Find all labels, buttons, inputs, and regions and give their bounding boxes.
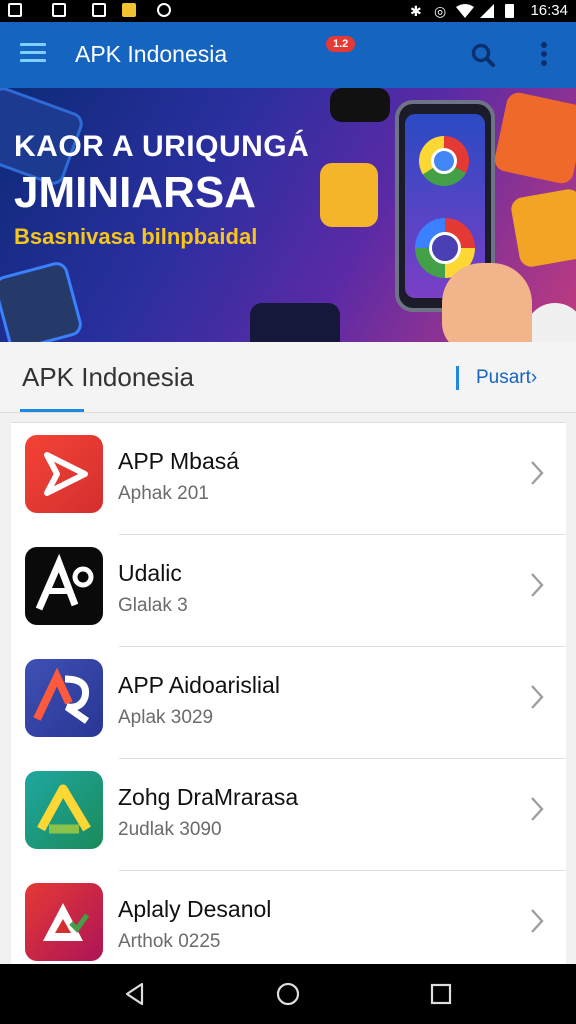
app-meta: Aphak 201 (118, 483, 209, 504)
banner-decoration (492, 90, 576, 186)
app-meta: 2udlak 3090 (118, 819, 222, 840)
battery-icon (505, 4, 514, 18)
nfc-icon: ✱ (410, 3, 422, 19)
gallery-icon (8, 3, 22, 17)
banner-cat-tile (509, 187, 576, 269)
back-icon[interactable] (122, 981, 148, 1007)
banner-decoration (330, 88, 390, 122)
play-icon (25, 435, 103, 513)
list-item[interactable]: Udalic Glalak 3 (11, 535, 566, 647)
chevron-right-icon[interactable] (530, 908, 544, 934)
app-meta: Glalak 3 (118, 595, 188, 616)
wifi-icon (456, 4, 474, 18)
more-options-icon[interactable] (538, 42, 550, 68)
ar-logo-icon (25, 659, 103, 737)
banner-play-tile (320, 163, 378, 227)
app-bar: APK Indonesia 1.2 (0, 22, 576, 88)
camera-icon (157, 3, 171, 17)
clock: 16:34 (530, 2, 568, 19)
save-icon (92, 3, 106, 17)
chevron-right-icon[interactable] (530, 684, 544, 710)
section-divider (456, 366, 459, 390)
app-name: Aplaly Desanol (118, 896, 272, 922)
chevron-right-icon[interactable] (530, 572, 544, 598)
list-item[interactable]: Zohg DraMrarasa 2udlak 3090 (11, 759, 566, 871)
drive-icon (25, 771, 103, 849)
app-name: APP Mbasá (118, 448, 240, 474)
a-letter-icon (25, 547, 103, 625)
app-list: APP Mbasá Aphak 201 Udalic Glalak 3 APP … (11, 422, 566, 968)
banner-title: JMINIARSA (14, 168, 257, 217)
banner-decoration (525, 303, 576, 342)
chevron-right-icon[interactable] (530, 796, 544, 822)
app-meta: Arthok 0225 (118, 931, 221, 952)
search-icon[interactable] (470, 42, 496, 68)
banner-subtitle: Bsasnivasa bilnpbaidal (14, 224, 258, 249)
section-title-underline (20, 409, 84, 412)
alarm-icon: ◎ (434, 3, 447, 19)
status-bar: ✱ ◎ 16:34 (0, 0, 576, 22)
list-item[interactable]: APP Aidoarislial Aplak 3029 (11, 647, 566, 759)
app-meta: Aplak 3029 (118, 707, 214, 728)
a-check-icon (25, 883, 103, 961)
section-header: APK Indonesia Pusart› (0, 342, 576, 413)
see-all-link[interactable]: Pusart› (476, 367, 537, 389)
banner-decoration (0, 259, 85, 342)
menu-icon[interactable] (20, 43, 46, 65)
app-title: APK Indonesia (75, 41, 228, 67)
section-title: APK Indonesia (22, 362, 195, 392)
list-item[interactable]: Aplaly Desanol Arthok 0225 (11, 871, 566, 968)
banner-hand (442, 263, 532, 342)
image-icon (52, 3, 66, 17)
home-icon[interactable] (275, 981, 301, 1007)
app-name: APP Aidoarislial (118, 672, 280, 698)
banner-decoration (250, 303, 340, 342)
banner-headline: KAOR A URIQUNGÁ (14, 130, 310, 163)
app-name: Udalic (118, 560, 182, 586)
system-nav-bar (0, 964, 576, 1024)
list-item[interactable]: APP Mbasá Aphak 201 (11, 423, 566, 535)
signal-icon (480, 4, 494, 18)
app-name: Zohg DraMrarasa (118, 784, 299, 810)
notification-badge[interactable]: 1.2 (326, 36, 356, 52)
recents-icon[interactable] (428, 981, 454, 1007)
app-icon (122, 3, 136, 17)
chevron-right-icon[interactable] (530, 460, 544, 486)
promo-banner[interactable]: KAOR A URIQUNGÁ JMINIARSA Bsasnivasa bil… (0, 88, 576, 342)
